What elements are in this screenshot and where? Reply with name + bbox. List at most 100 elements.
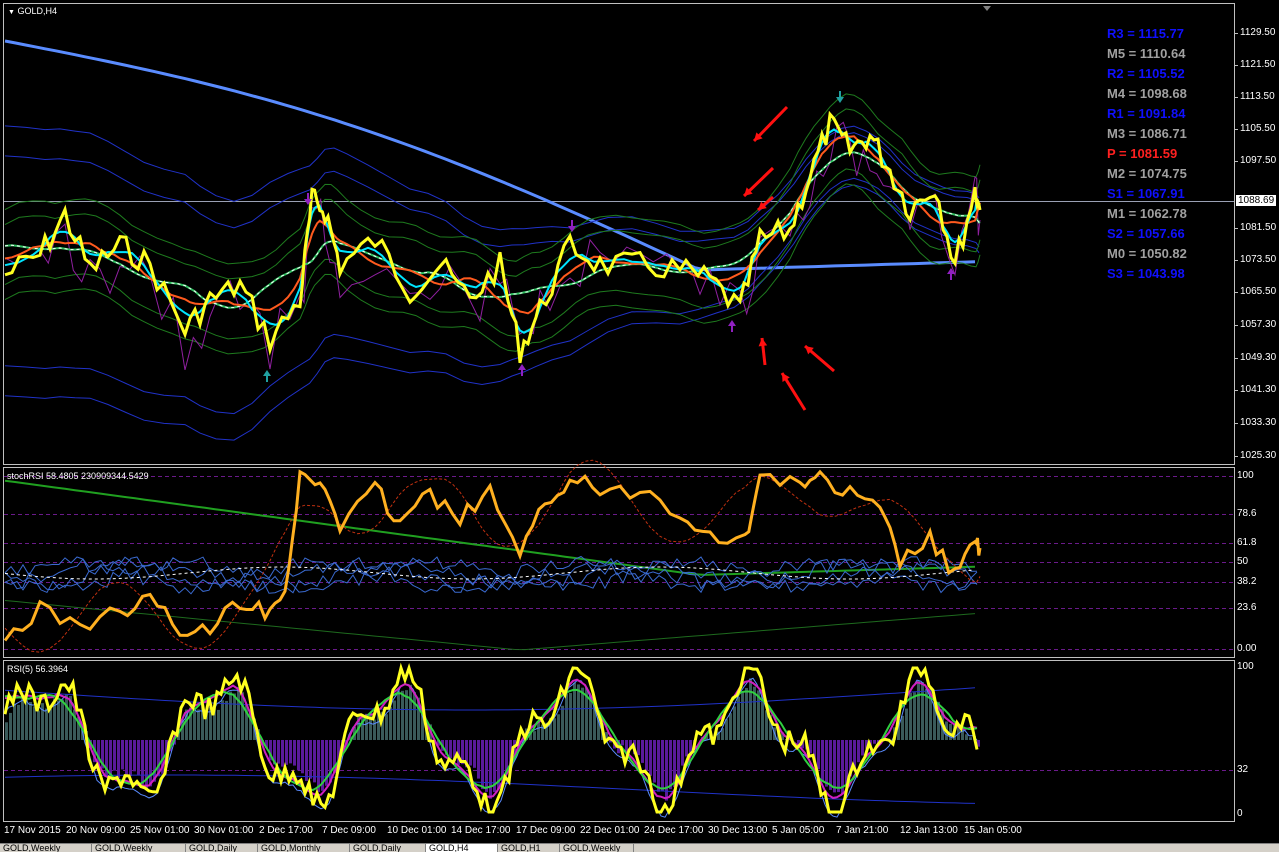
pivot-level: M4 = 1098.68 <box>1107 86 1187 101</box>
pivot-level: P = 1081.59 <box>1107 146 1177 161</box>
dropdown-triangle-icon[interactable]: ▼ <box>8 9 15 16</box>
price-axis-label: 1065.50 <box>1240 286 1276 297</box>
rsi-histogram-bar <box>473 740 476 768</box>
rsi-histogram-bar <box>217 710 220 740</box>
time-axis-label: 20 Nov 09:00 <box>66 825 126 836</box>
shift-marker-icon[interactable] <box>983 6 991 11</box>
time-axis-label: 12 Jan 13:00 <box>900 825 958 836</box>
rsi-histogram-bar <box>5 722 8 740</box>
time-axis-label: 2 Dec 17:00 <box>259 825 313 836</box>
pivot-level: R2 = 1105.52 <box>1107 66 1185 81</box>
rsi-histogram-bar <box>297 740 300 770</box>
rsi-histogram-bar <box>481 740 484 789</box>
rsi-histogram-bar <box>281 740 284 767</box>
rsi-histogram-bar <box>565 693 568 740</box>
rsi-histogram-bar <box>49 709 52 740</box>
rsi-histogram-bar <box>489 740 492 799</box>
time-axis-label: 25 Nov 01:00 <box>130 825 190 836</box>
rsi-histogram-bar <box>469 740 472 766</box>
pivot-level: R3 = 1115.77 <box>1107 26 1184 41</box>
rsi-histogram-bar <box>573 683 576 740</box>
rsi-histogram-bar <box>409 685 412 740</box>
rsi-histogram-bar <box>921 682 924 740</box>
rsi-histogram-bar <box>309 740 312 779</box>
rsi-histogram-bar <box>537 722 540 740</box>
rsi-histogram-bar <box>653 740 656 783</box>
rsi-histogram-bar <box>61 700 64 740</box>
rsi-histogram-bar <box>117 740 120 778</box>
rsi-histogram-bar <box>413 692 416 740</box>
rsi-histogram-bar <box>45 708 48 740</box>
slow-ma-line <box>5 136 980 313</box>
rsi-histogram-bar <box>129 740 132 776</box>
rsi-histogram-bar <box>113 740 116 771</box>
price-axis-label: 1049.30 <box>1240 352 1276 363</box>
rsi-histogram-bar <box>393 700 396 740</box>
rsi-histogram-bar <box>401 691 404 740</box>
stoch-axis-label: 61.8 <box>1237 537 1256 548</box>
rsi-histogram-bar <box>969 737 972 740</box>
rsi-histogram-bar <box>21 696 24 740</box>
rsi-histogram-bar <box>221 700 224 740</box>
time-axis-label: 22 Dec 01:00 <box>580 825 640 836</box>
rsi-plot <box>4 668 1234 817</box>
rsi-histogram-bar <box>745 688 748 740</box>
rsi-histogram-bar <box>569 693 572 740</box>
pivot-level: M2 = 1074.75 <box>1107 166 1187 181</box>
time-axis-label: 30 Nov 01:00 <box>194 825 254 836</box>
rsi-histogram-bar <box>317 740 320 792</box>
rsi-histogram-bar <box>389 707 392 740</box>
time-axis-label: 5 Jan 05:00 <box>772 825 824 836</box>
time-axis-label: 7 Jan 21:00 <box>836 825 888 836</box>
rsi-histogram-bar <box>41 703 44 740</box>
rsi-histogram-bar <box>661 740 664 791</box>
rsi-histogram-bar <box>397 691 400 740</box>
rsi-histogram-bar <box>229 692 232 740</box>
rsi-histogram-bar <box>905 709 908 740</box>
symbol-text: GOLD,H4 <box>17 6 57 16</box>
rsi-histogram-bar <box>625 740 628 751</box>
pivot-level: M1 = 1062.78 <box>1107 206 1187 221</box>
chart-canvas[interactable] <box>0 0 1279 843</box>
rsi-histogram-bar <box>821 740 824 781</box>
rsi-histogram-bar <box>861 740 864 755</box>
rsi-histogram-bar <box>657 740 660 792</box>
rsi-histogram-bar <box>645 740 648 771</box>
rsi-histogram-bar <box>829 740 832 790</box>
pivot-level: S1 = 1067.91 <box>1107 186 1185 201</box>
rsi-histogram-bar <box>621 740 624 745</box>
rsi-histogram-bar <box>825 740 828 787</box>
rsi-histogram-bar <box>289 740 292 763</box>
price-axis-label: 1113.50 <box>1240 91 1275 102</box>
rsi-histogram-bar <box>65 694 68 740</box>
rsi-histogram-bar <box>913 692 916 740</box>
stoch-rsi-plot <box>4 460 1234 652</box>
stoch-axis-label: 0.00 <box>1237 643 1256 654</box>
rsi-histogram-bar <box>233 694 236 740</box>
rsi-histogram-bar <box>385 714 388 740</box>
pivot-level: R1 = 1091.84 <box>1107 106 1185 121</box>
rsi-histogram-bar <box>197 709 200 740</box>
rsi-panel-title: RSI(5) 56.3964 <box>7 664 68 674</box>
rsi-histogram-bar <box>637 740 640 755</box>
rsi-histogram-bar <box>125 740 128 775</box>
current-price-tag: 1088.69 <box>1236 195 1276 206</box>
stoch-lower-line <box>5 601 975 650</box>
rsi-axis-label: 0 <box>1237 808 1243 819</box>
dashed-ma-line <box>5 152 980 307</box>
rsi-histogram-bar <box>741 692 744 740</box>
rsi-histogram-bar <box>225 701 228 740</box>
time-axis-label: 7 Dec 09:00 <box>322 825 376 836</box>
rsi-histogram-bar <box>641 740 644 763</box>
stoch-rsi-line <box>5 472 980 641</box>
rsi-histogram-bar <box>149 740 152 786</box>
main-price-plot <box>5 41 980 440</box>
rsi-axis-label: 32 <box>1237 764 1248 775</box>
pivot-level: S2 = 1057.66 <box>1107 226 1185 241</box>
rsi-histogram-bar <box>285 740 288 765</box>
time-axis-label: 30 Dec 13:00 <box>708 825 768 836</box>
stoch-axis-label: 38.2 <box>1237 576 1256 587</box>
rsi-histogram-bar <box>305 740 308 781</box>
price-axis-label: 1121.50 <box>1240 59 1275 70</box>
price-axis-label: 1057.30 <box>1240 319 1276 330</box>
